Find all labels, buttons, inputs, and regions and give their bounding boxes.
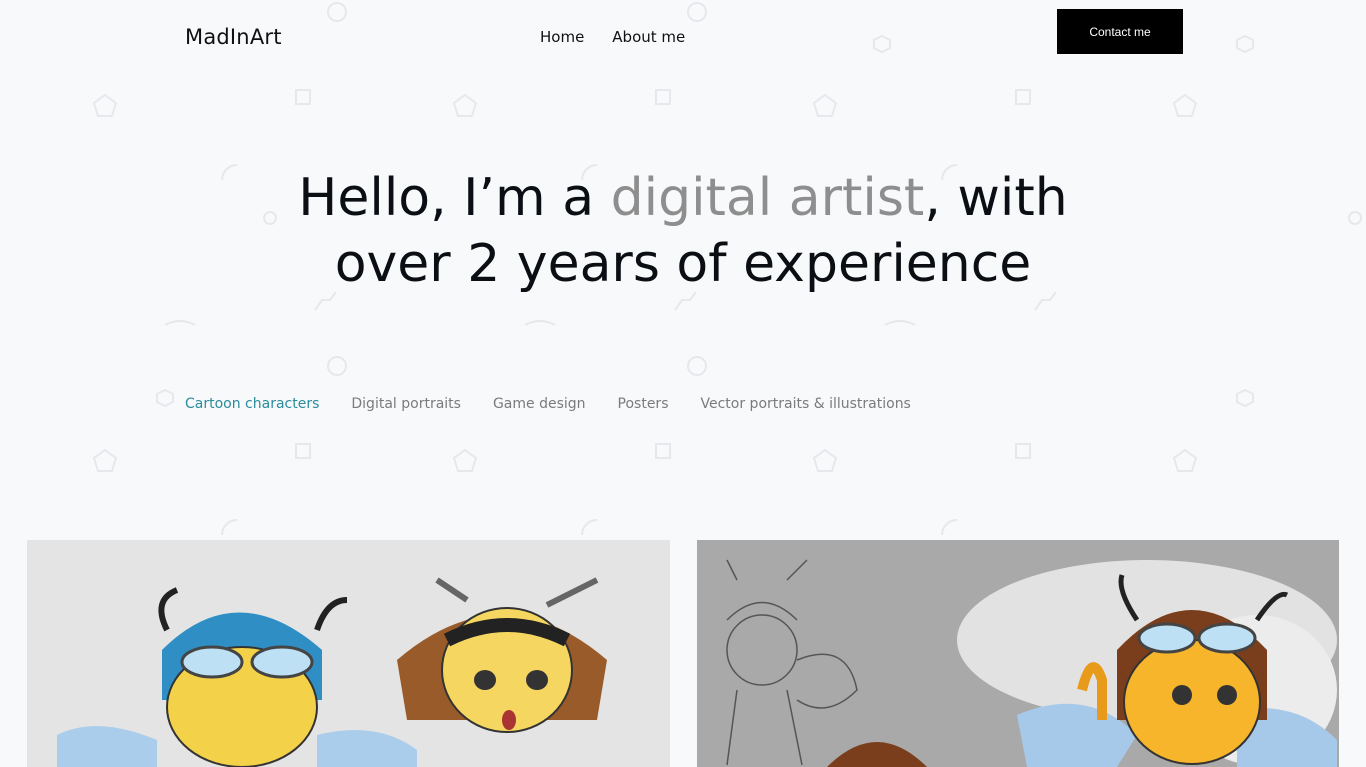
hero-text-2: , with — [924, 168, 1068, 228]
category-filters: Cartoon characters Digital portraits Gam… — [185, 396, 911, 412]
contact-me-button[interactable]: Contact me — [1057, 9, 1183, 54]
nav-about-me[interactable]: About me — [612, 28, 685, 46]
filter-digital-portraits[interactable]: Digital portraits — [351, 396, 461, 412]
hero-line-2: over 2 years of experience — [334, 234, 1032, 294]
filter-game-design[interactable]: Game design — [493, 396, 586, 412]
filter-vector-portraits[interactable]: Vector portraits & illustrations — [701, 396, 911, 412]
gallery-item[interactable] — [27, 540, 670, 767]
logo[interactable]: MadInArt — [185, 25, 282, 49]
artwork-image — [57, 577, 607, 767]
hero-heading: Hello, I’m a digital artist, with over 2… — [0, 165, 1366, 297]
filter-cartoon-characters[interactable]: Cartoon characters — [185, 396, 319, 412]
hero-text-1: Hello, I’m a — [298, 168, 611, 228]
gallery-item[interactable] — [697, 540, 1339, 767]
filter-posters[interactable]: Posters — [618, 396, 669, 412]
hero-highlight: digital artist — [610, 168, 925, 228]
main-nav: Home About me — [540, 28, 685, 46]
nav-home[interactable]: Home — [540, 28, 584, 46]
artwork-image — [726, 559, 1337, 767]
